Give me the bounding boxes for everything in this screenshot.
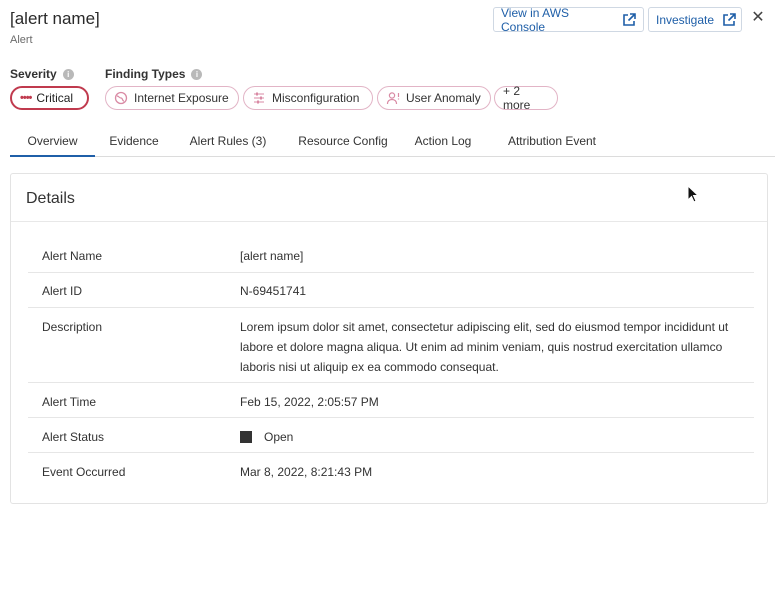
- tab-evidence[interactable]: Evidence: [95, 126, 173, 157]
- tab-resource-config[interactable]: Resource Config: [288, 126, 398, 157]
- page-title: [alert name]: [10, 9, 100, 28]
- finding-type-label: Misconfiguration: [272, 91, 360, 105]
- detail-value: Open: [240, 427, 740, 447]
- info-icon[interactable]: i: [191, 68, 203, 80]
- severity-heading: Severity i: [10, 67, 74, 81]
- view-in-aws-console-button[interactable]: View in AWS Console: [493, 5, 644, 34]
- detail-key: Alert Time: [42, 395, 97, 409]
- detail-row-event-occurred: Event Occurred Mar 8, 2022, 8:21:43 PM: [28, 453, 754, 488]
- mouse-cursor-icon: [687, 184, 700, 203]
- detail-row-alert-status: Alert Status Open: [28, 418, 754, 453]
- severity-value: Critical: [36, 91, 74, 105]
- finding-type-user-anomaly[interactable]: User Anomaly: [377, 86, 491, 110]
- severity-badge[interactable]: •••• Critical: [10, 86, 89, 110]
- finding-type-label: User Anomaly: [406, 91, 481, 105]
- detail-row-alert-name: Alert Name [alert name]: [28, 238, 754, 273]
- finding-type-misconfiguration[interactable]: Misconfiguration: [243, 86, 373, 110]
- detail-key: Event Occurred: [42, 465, 126, 479]
- status-square-icon: [240, 430, 252, 443]
- finding-types-heading: Finding Types i: [105, 67, 203, 81]
- finding-types-label: Finding Types: [105, 67, 186, 81]
- detail-value: [alert name]: [240, 249, 304, 263]
- detail-key: Alert Status: [42, 430, 105, 444]
- tab-overview[interactable]: Overview: [10, 126, 95, 157]
- detail-key: Alert ID: [42, 284, 83, 298]
- detail-value: N-69451741: [240, 284, 307, 298]
- severity-label: Severity: [10, 67, 57, 81]
- detail-value: Feb 15, 2022, 2:05:57 PM: [240, 395, 379, 409]
- detail-value: Lorem ipsum dolor sit amet, consectetur …: [240, 320, 729, 374]
- finding-type-internet-exposure[interactable]: Internet Exposure: [105, 86, 239, 110]
- view-in-aws-console-label: View in AWS Console: [501, 5, 570, 34]
- user-alert-icon: [386, 91, 400, 105]
- tab-bar: Overview Evidence Alert Rules (3) Resour…: [10, 126, 775, 157]
- detail-row-alert-id: Alert ID N-69451741: [28, 273, 754, 308]
- tab-attribution-event[interactable]: Attribution Event: [492, 126, 612, 157]
- severity-dots-icon: ••••: [20, 92, 32, 104]
- finding-types-more-button[interactable]: + 2 more: [494, 84, 558, 112]
- investigate-label: Investigate: [656, 12, 715, 27]
- sliders-icon: [252, 91, 266, 105]
- finding-type-label: Internet Exposure: [134, 91, 229, 105]
- detail-row-alert-time: Alert Time Feb 15, 2022, 2:05:57 PM: [28, 383, 754, 418]
- external-link-icon: [722, 12, 736, 27]
- details-card: Details Alert Name [alert name] Alert ID…: [10, 173, 768, 504]
- page-subtitle: Alert: [10, 34, 33, 46]
- divider: [11, 221, 767, 222]
- detail-value: Mar 8, 2022, 8:21:43 PM: [240, 465, 373, 479]
- detail-row-description: Description Lorem ipsum dolor sit amet, …: [28, 308, 754, 383]
- close-icon[interactable]: ✕: [750, 8, 766, 28]
- status-value: Open: [264, 430, 294, 444]
- tab-action-log[interactable]: Action Log: [404, 126, 482, 157]
- external-link-icon: [622, 12, 636, 27]
- detail-key: Alert Name: [42, 249, 103, 263]
- globe-icon: [114, 91, 128, 105]
- investigate-button[interactable]: Investigate: [648, 7, 742, 32]
- info-icon[interactable]: i: [62, 68, 74, 80]
- tab-alert-rules[interactable]: Alert Rules (3): [180, 126, 276, 157]
- detail-key: Description: [42, 320, 103, 334]
- details-title: Details: [26, 190, 75, 207]
